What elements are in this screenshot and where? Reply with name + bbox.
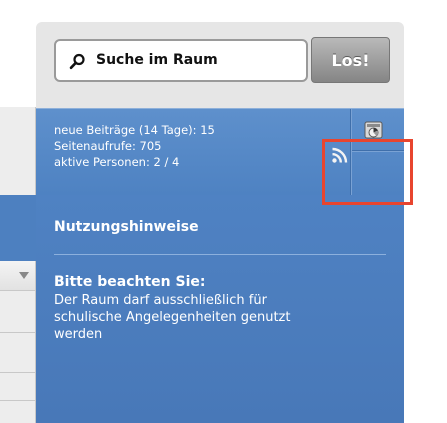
stats-list: neue Beiträge (14 Tage): 15 Seitenaufruf… [54,122,354,170]
usage-notes-title: Nutzungshinweise [54,219,199,235]
divider [54,254,386,255]
usage-notes-line: Der Raum darf ausschließlich für [54,293,267,308]
search-placeholder: Suche im Raum [96,52,218,68]
usage-notes-body: Der Raum darf ausschließlich für schulis… [54,292,394,343]
search-area: Suche im Raum Los! [36,22,404,108]
stat-active-people: aktive Personen: 2 / 4 [54,155,180,169]
stat-page-views: Seitenaufrufe: 705 [54,139,162,153]
search-submit-button[interactable]: Los! [311,37,390,83]
usage-notes-heading: Bitte beachten Sie: [54,274,206,290]
usage-notes-line: werden [54,327,103,342]
left-row-divider [0,332,36,333]
stat-new-posts: neue Beiträge (14 Tage): 15 [54,123,215,137]
left-blue-header [0,195,36,261]
room-sidebar: Suche im Raum Los! neue Beiträge (14 Tag… [36,22,404,423]
statistics-icon[interactable] [363,119,385,141]
left-row-divider [0,400,36,401]
left-row-divider [0,372,36,373]
chevron-down-icon [19,272,29,279]
left-dropdown[interactable] [0,261,36,291]
rss-highlight-box [322,139,413,205]
usage-notes-panel: Nutzungshinweise Bitte beachten Sie: Der… [36,195,404,423]
usage-notes-line: schulische Angelegenheiten genutzt [54,310,291,325]
search-input[interactable]: Suche im Raum [54,39,308,82]
search-icon [69,53,85,70]
